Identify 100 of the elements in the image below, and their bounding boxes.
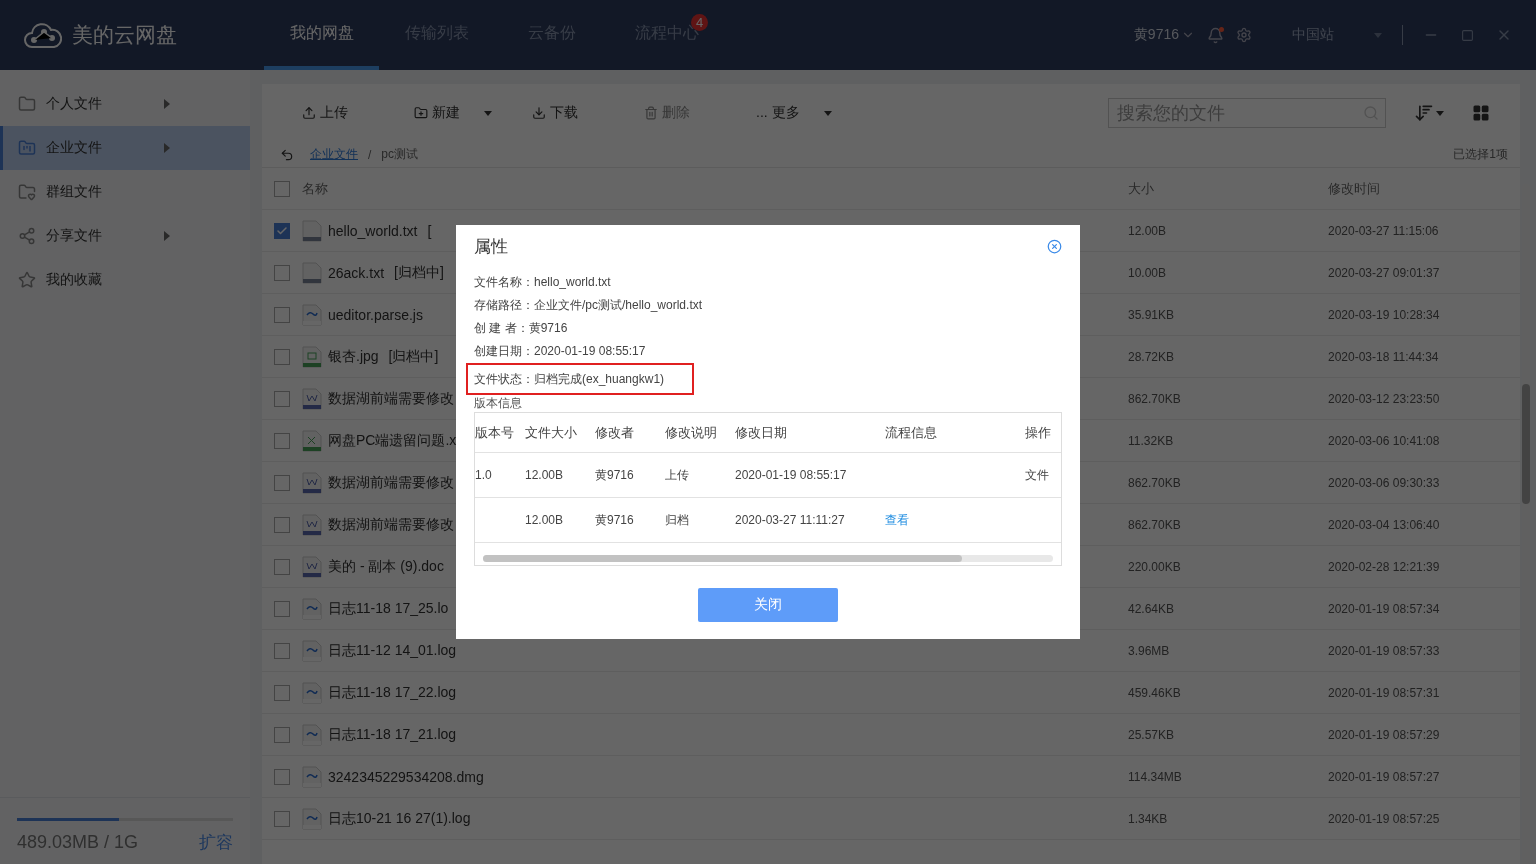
grid-view-icon[interactable] [1472,104,1490,122]
breadcrumb-separator: / [368,147,372,162]
file-name[interactable]: 日志10-21 16 27(1).log [328,809,471,828]
file-icon [302,681,322,704]
column-header: 修改说明 [665,423,718,442]
row-checkbox[interactable] [274,432,290,449]
row-checkbox[interactable] [274,768,290,785]
table-cell-text: 862.70KB [1128,475,1182,490]
table-cell-text: 2020-03-04 13:06:40 [1328,517,1441,532]
row-checkbox[interactable] [274,390,290,407]
file-name[interactable]: 数据湖前端需要修改 [328,515,454,534]
table-cell-text: 862.70KB [1128,517,1182,532]
sidebar-item[interactable]: 我的收藏 [0,258,250,302]
row-checkbox[interactable] [274,810,290,827]
table-cell-text: 2020-01-19 08:55:17 [735,468,848,482]
table-cell-text: 12.00B [1128,223,1168,238]
table-cell-text: 3.96MB [1128,643,1171,658]
file-name[interactable]: 日志11-18 17_25.lo [328,599,449,618]
row-checkbox[interactable] [274,474,290,491]
expand-arrow-icon[interactable] [164,231,170,241]
table-cell-text: 2020-03-19 10:28:34 [1328,307,1441,322]
table-cell-text: 10.00B [1128,265,1168,280]
file-name[interactable]: 日志11-12 14_01.log [328,641,457,660]
file-name[interactable]: 银杏.jpg [328,347,379,366]
table-cell-text: 2020-03-27 11:11:27 [735,513,846,527]
bell-icon[interactable] [1207,26,1224,44]
table-cell-text: 2020-01-19 08:57:33 [1328,643,1441,658]
column-header: 大小 [1128,179,1155,198]
file-name[interactable]: 数据湖前端需要修改 [328,473,454,492]
file-icon [302,807,322,830]
table-cell-text: 12.00B [525,468,565,482]
field-value: 2020-01-19 08:55:17 [534,344,646,358]
file-icon [302,303,322,326]
row-checkbox[interactable] [274,264,290,281]
toolbar-button[interactable]: ... 更多 [756,104,874,122]
close-icon[interactable] [1047,238,1062,254]
row-checkbox[interactable] [274,222,290,239]
caret-icon[interactable] [823,110,832,116]
row-checkbox[interactable] [274,642,290,659]
sidebar-item[interactable]: 企业文件 [0,126,250,170]
view-link[interactable]: 查看 [885,511,1025,529]
table-cell-text: 上传 [665,466,690,484]
check-icon [276,224,288,237]
field-label: 存储路径： [474,296,534,314]
section-title: 版本信息 [474,395,523,412]
column-header: 修改者 [595,423,635,442]
column-header: 修改时间 [1328,179,1381,198]
file-name[interactable]: 日志11-18 17_22.log [328,683,457,702]
expand-link[interactable]: 扩容 [199,831,233,854]
file-name[interactable]: ueditor.parse.js [328,306,423,323]
file-icon [302,471,322,494]
caret-icon[interactable] [1374,32,1382,38]
breadcrumb-link[interactable]: 企业文件 [310,146,358,163]
table-cell-text: 114.34MB [1128,769,1183,784]
expand-arrow-icon[interactable] [164,143,170,153]
select-all-checkbox[interactable] [274,180,290,197]
table-cell-text: 2020-01-19 08:57:27 [1328,769,1441,784]
column-header: 版本号 [475,423,515,442]
nav-tab[interactable]: 我的网盘 [264,0,379,70]
file-name[interactable]: 数据湖前端需要修改 [328,389,454,408]
file-name[interactable]: 网盘PC端遗留问题.x [328,431,457,450]
row-checkbox[interactable] [274,684,290,701]
file-name[interactable]: 日志11-18 17_21.log [328,725,457,744]
toolbar-button[interactable]: 上传 [302,104,414,122]
upload-icon [302,106,316,120]
file-name[interactable]: hello_world.txt [328,222,418,239]
toolbar-button[interactable]: 新建 [414,104,532,122]
row-checkbox[interactable] [274,600,290,617]
sidebar-item[interactable]: 群组文件 [0,170,250,214]
row-checkbox[interactable] [274,516,290,533]
row-checkbox[interactable] [274,348,290,365]
maximize-icon[interactable] [1461,28,1474,42]
sort-icon[interactable] [1414,103,1444,123]
table-cell-text: 28.72KB [1128,349,1176,364]
file-name[interactable]: 美的 - 副本 (9).doc [328,557,444,576]
folder-icon [18,183,36,201]
toolbar-button[interactable]: 下载 [532,104,644,122]
table-cell-text: 2020-02-28 12:21:39 [1328,559,1441,574]
table-cell-text: 2020-03-27 09:01:37 [1328,265,1441,280]
folder-icon [18,95,36,113]
expand-arrow-icon[interactable] [164,99,170,109]
field-label: 文件状态： [474,370,534,388]
dialog-title: 属性 [474,235,508,258]
caret-icon[interactable] [484,110,492,116]
row-checkbox[interactable] [274,558,290,575]
user-name[interactable]: 黄9716 [1133,26,1179,44]
table-cell-text: 文件 [1025,466,1050,484]
row-checkbox[interactable] [274,306,290,323]
file-name[interactable]: 3242345229534208.dmg [328,768,484,785]
file-name[interactable]: 26ack.txt [328,264,385,281]
sidebar-item[interactable]: 个人文件 [0,82,250,126]
row-checkbox[interactable] [274,726,290,743]
table-cell-text: 1.0 [475,468,493,482]
trash-icon [644,106,658,120]
file-icon [302,219,322,242]
settings-icon[interactable] [1236,27,1252,43]
sidebar-item[interactable]: 分享文件 [0,214,250,258]
close-button[interactable]: 关闭 [698,588,838,622]
table-cell-text: 黄9716 [595,466,635,484]
back-icon[interactable] [280,147,294,162]
